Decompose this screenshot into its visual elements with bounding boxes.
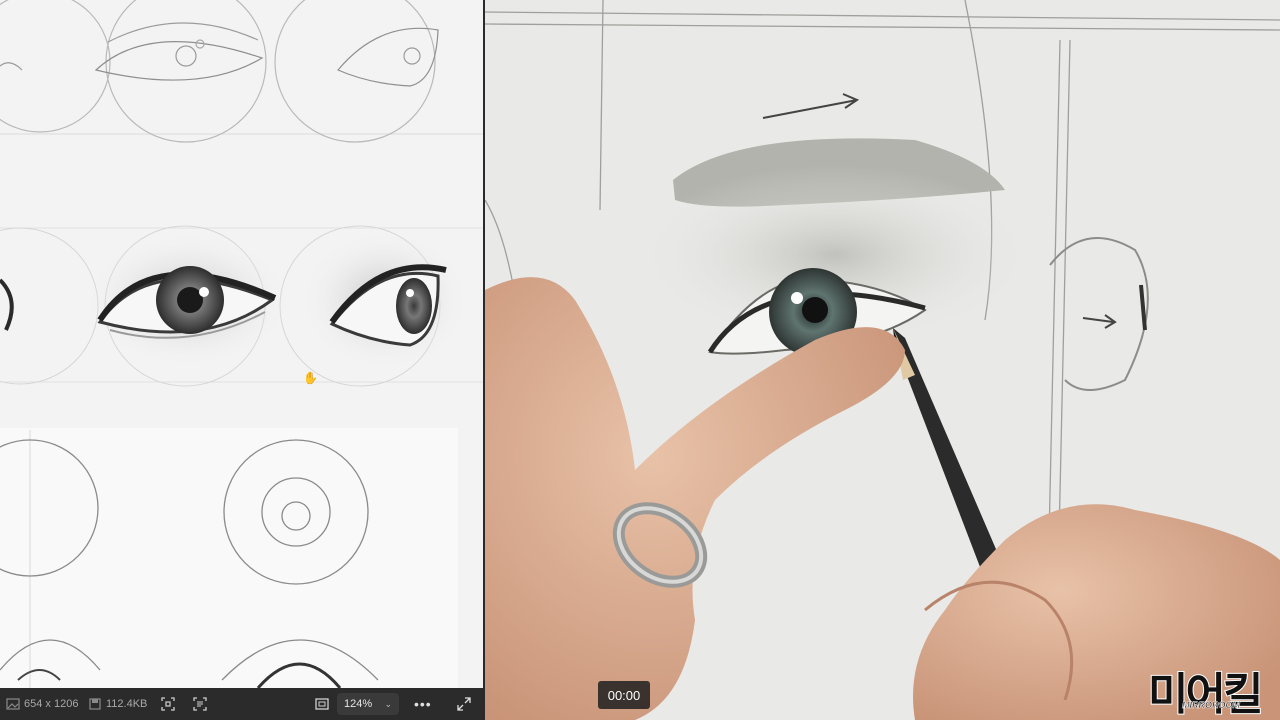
expand-icon <box>457 697 471 711</box>
file-size-info: 112.4KB <box>88 688 147 720</box>
fit-to-screen-button[interactable] <box>161 688 175 720</box>
chevron-down-icon: ⌄ <box>384 698 392 709</box>
actual-size-button[interactable] <box>315 688 329 720</box>
disk-icon <box>89 698 101 710</box>
text-scan-icon <box>193 697 207 711</box>
dimensions-info: 654 x 1206 <box>6 688 78 720</box>
video-timestamp: 00:00 <box>598 681 650 709</box>
zoom-level: 124% <box>344 698 373 710</box>
viewer-toolbar: 654 x 1206 112.4KB 124% ⌄ ••• <box>0 688 483 720</box>
svg-text:✋: ✋ <box>303 371 318 385</box>
fullscreen-button[interactable] <box>457 688 471 720</box>
scan-icon <box>161 697 175 711</box>
file-size: 112.4KB <box>106 698 148 710</box>
image-icon <box>6 698 20 710</box>
ocr-text-button[interactable] <box>193 688 207 720</box>
reference-image[interactable]: ✋ <box>0 0 483 688</box>
more-options-button[interactable]: ••• <box>414 688 432 720</box>
more-icon: ••• <box>414 696 432 712</box>
watermark-hangul: 미어킬 <box>1147 668 1264 720</box>
frame-icon <box>315 698 329 710</box>
video-player[interactable]: 미어킬 MIRROROOM <box>485 0 1280 720</box>
video-frame <box>485 0 1280 720</box>
image-dimensions: 654 x 1206 <box>24 698 79 710</box>
watermark-latin: MIRROROOM <box>1182 700 1241 711</box>
image-viewer[interactable]: ✋ 654 x 1206 112.4KB 124% ⌄ ••• <box>0 0 483 720</box>
channel-watermark: 미어킬 MIRROROOM <box>1147 658 1274 720</box>
zoom-dropdown[interactable]: 124% ⌄ <box>337 693 399 715</box>
